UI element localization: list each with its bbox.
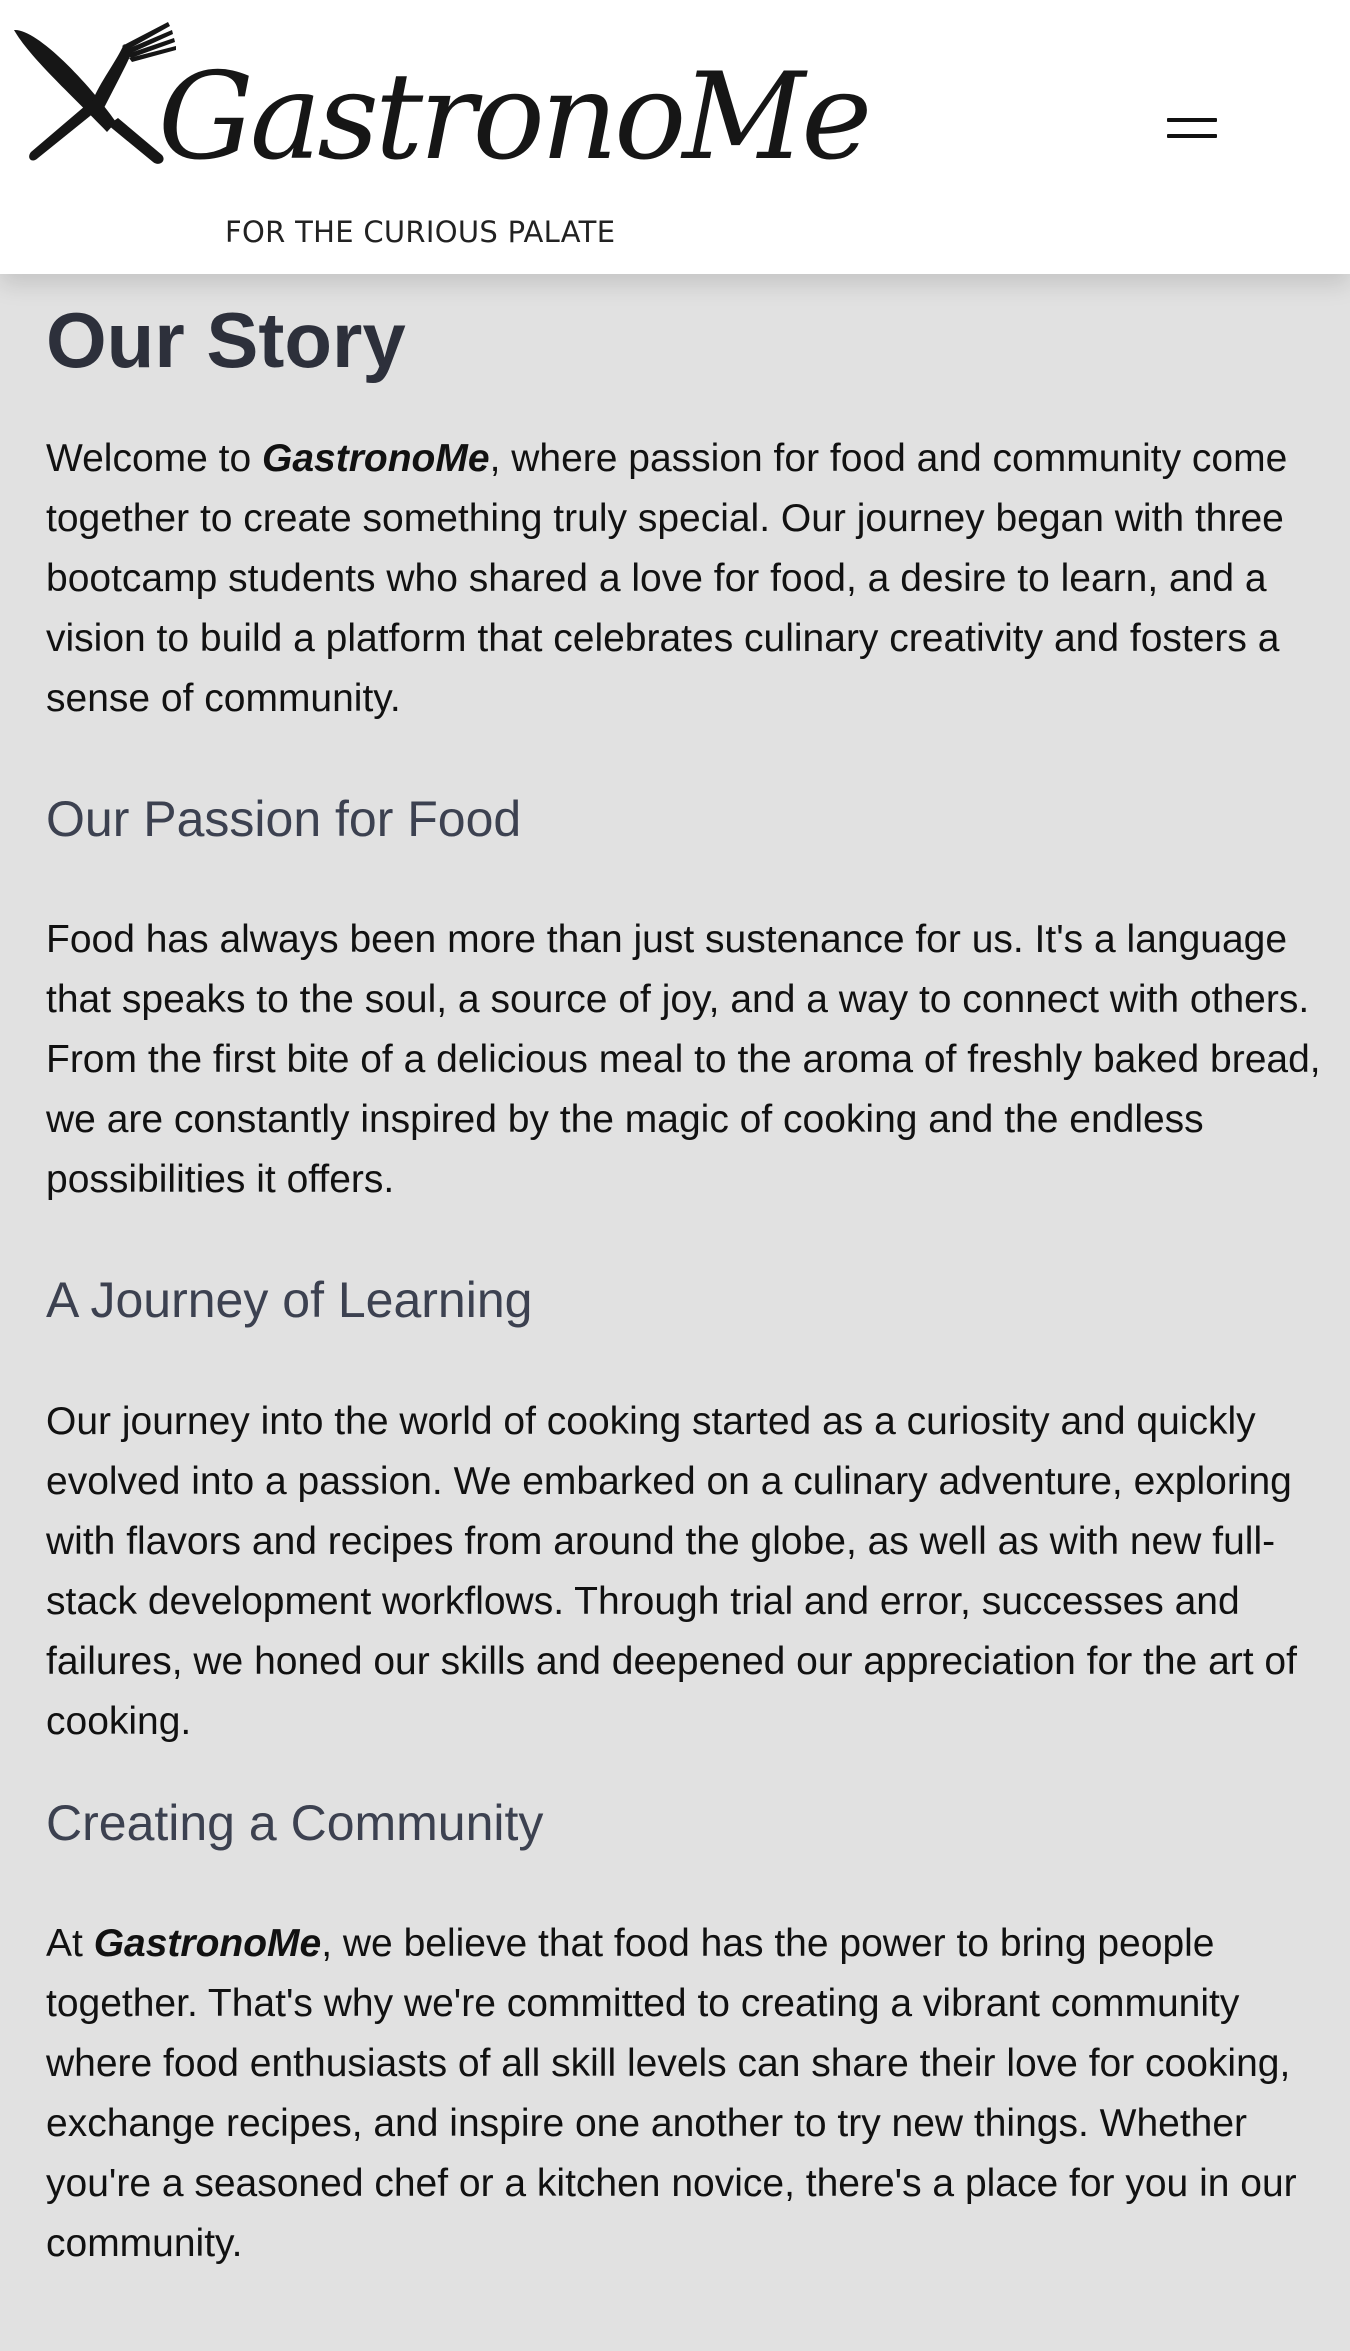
logo[interactable]: GastronoMe FOR THE CURIOUS PALATE — [8, 22, 872, 254]
intro-paragraph: Welcome to GastronoMe, where passion for… — [46, 429, 1346, 729]
menu-line-top — [1167, 118, 1217, 122]
section-heading-passion: Our Passion for Food — [46, 791, 522, 847]
logo-wordmark: GastronoMe — [158, 48, 872, 187]
brand-name: GastronoMe — [93, 1922, 322, 1965]
menu-line-bottom — [1167, 134, 1217, 138]
section-text-passion: Food has always been more than just sust… — [46, 918, 1321, 1201]
logo-tagline: FOR THE CURIOUS PALATE — [225, 215, 616, 249]
page-title: Our Story — [46, 296, 406, 384]
site-header: GastronoMe FOR THE CURIOUS PALATE — [0, 0, 1350, 274]
intro-text-start: Welcome to — [46, 437, 263, 480]
community-text-start: At — [46, 1922, 94, 1965]
section-text-learning: Our journey into the world of cooking st… — [46, 1400, 1297, 1743]
community-text-rest: , we believe that food has the power to … — [46, 1922, 1297, 2265]
hamburger-menu-icon[interactable] — [1160, 110, 1224, 150]
section-heading-learning: A Journey of Learning — [46, 1272, 533, 1328]
our-story-content: Our Story Welcome to GastronoMe, where p… — [46, 274, 1346, 2274]
section-heading-community: Creating a Community — [46, 1795, 544, 1851]
brand-name: GastronoMe — [262, 437, 490, 480]
section-text-community: At GastronoMe, we believe that food has … — [46, 1914, 1346, 2274]
